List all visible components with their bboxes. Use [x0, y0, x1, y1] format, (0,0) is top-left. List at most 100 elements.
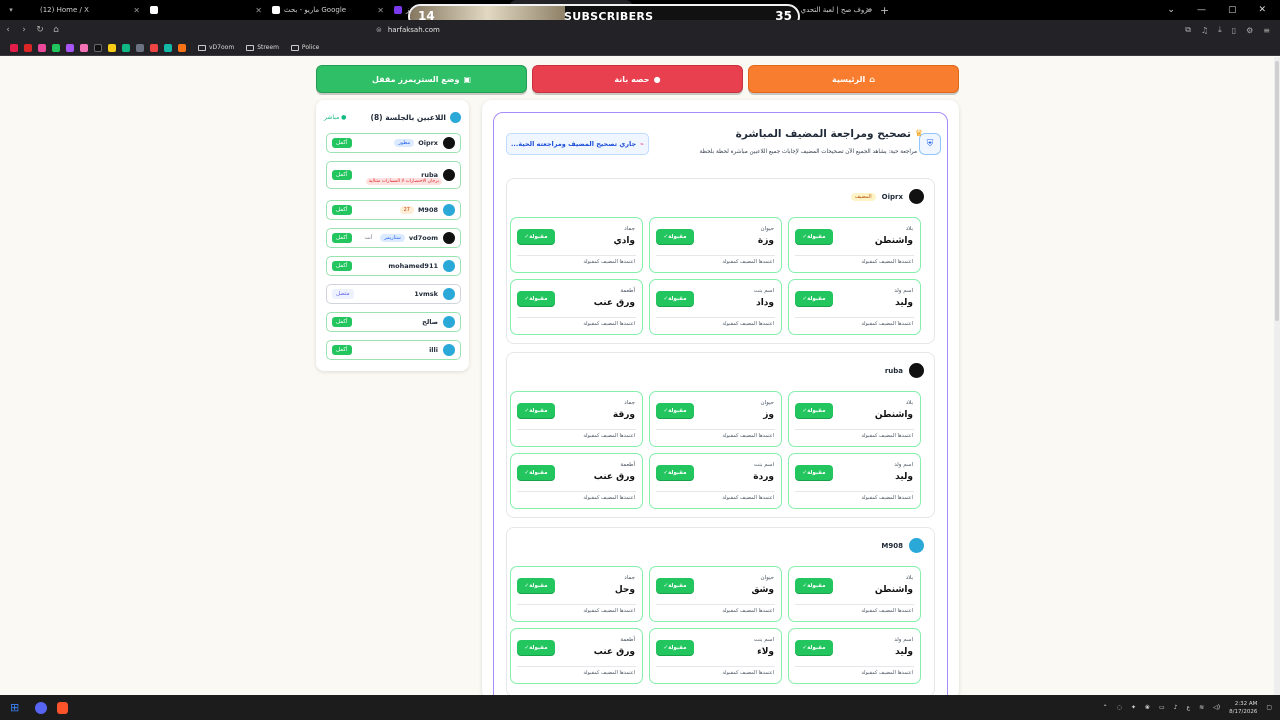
accepted-button[interactable]: مقبولة ✓	[656, 291, 694, 306]
download-icon[interactable]: ⤓	[1218, 25, 1222, 35]
browser-tab[interactable]: ✕	[144, 0, 266, 20]
accepted-button[interactable]: مقبولة ✓	[656, 578, 694, 593]
accepted-button[interactable]: مقبولة ✓	[656, 403, 694, 418]
bookmark-icon[interactable]	[94, 43, 102, 52]
page-title: ♛ تصحيح ومراجعة المضيف المباشرة	[736, 128, 923, 140]
discord-icon[interactable]	[35, 701, 48, 714]
accepted-button[interactable]: مقبولة ✓	[656, 640, 694, 655]
page-content: الرئيسية ⌂ حصه بانة ● وضع الستريمرز مقفل…	[0, 57, 1280, 695]
menu-icon[interactable]: ≡	[1263, 26, 1270, 35]
notification-icon[interactable]: ▢	[1266, 704, 1272, 711]
tray-icon[interactable]: ❀	[1145, 704, 1150, 711]
clock[interactable]: 2:32 AM 8/17/2026	[1229, 700, 1257, 716]
bookmark-icon[interactable]	[24, 43, 32, 52]
accepted-button[interactable]: مقبولة ✓	[795, 578, 833, 593]
bookmark-icon[interactable]	[178, 43, 186, 52]
bookmark-icon[interactable]	[164, 43, 172, 52]
tray-icon[interactable]: ◌	[1117, 704, 1122, 711]
player-status-badge: متصل	[332, 289, 354, 299]
address-bar[interactable]: ⊜ harfaksah.com	[376, 23, 876, 37]
bookmark-icon[interactable]	[38, 43, 46, 52]
bookmark-folder[interactable]: Streem	[246, 44, 279, 51]
settings-icon[interactable]: ⚙	[1246, 26, 1253, 35]
browser-tab[interactable]: (12) Home / X ✕	[22, 0, 144, 20]
wifi-icon[interactable]: ≋	[1199, 704, 1204, 711]
accepted-button[interactable]: مقبولة ✓	[795, 640, 833, 655]
sidebar-icon[interactable]: ▯	[1232, 26, 1236, 35]
accepted-button[interactable]: مقبولة ✓	[517, 578, 555, 593]
answer-divider	[656, 255, 775, 256]
player-row[interactable]: 1vmsk متصل	[326, 284, 461, 304]
tray-icon[interactable]: ▭	[1159, 704, 1165, 711]
new-tab-button[interactable]: +	[880, 4, 889, 17]
end-session-button[interactable]: حصه بانة ●	[532, 65, 743, 93]
windows-start-icon[interactable]: ⊞	[10, 701, 19, 714]
bookmark-icon[interactable]	[136, 43, 144, 52]
site-info-icon[interactable]: ⊜	[376, 26, 382, 34]
bookmark-icon[interactable]	[52, 43, 60, 52]
accepted-button[interactable]: مقبولة ✓	[795, 465, 833, 480]
bookmark-icon[interactable]	[10, 43, 18, 52]
accepted-button[interactable]: مقبولة ✓	[656, 229, 694, 244]
scrollbar-thumb[interactable]	[1275, 61, 1279, 321]
accepted-button[interactable]: مقبولة ✓	[517, 229, 555, 244]
bookmark-icon[interactable]	[66, 43, 74, 52]
page-scrollbar[interactable]	[1274, 57, 1280, 695]
player-answers-card: ruba بلاد واشنطن مقبولة ✓ اعتمدها المضيف كمق…	[506, 352, 935, 518]
accepted-label: مقبولة	[807, 407, 826, 414]
language-indicator[interactable]: ع	[1187, 704, 1191, 711]
forward-button[interactable]: ›	[16, 25, 32, 35]
streamer-lock-button[interactable]: وضع الستريمرز مقفل ▣	[316, 65, 527, 93]
accepted-button[interactable]: مقبولة ✓	[795, 291, 833, 306]
bookmark-icon[interactable]	[150, 43, 158, 52]
mic-icon[interactable]: ♪	[1174, 704, 1178, 711]
home-icon[interactable]: ⌂	[48, 25, 64, 35]
bookmark-icon[interactable]	[108, 43, 116, 52]
player-badge: 27	[399, 206, 414, 214]
accepted-button[interactable]: مقبولة ✓	[517, 403, 555, 418]
home-icon: ⌂	[869, 74, 875, 84]
volume-icon[interactable]: ◁)	[1213, 704, 1220, 711]
accepted-button[interactable]: مقبولة ✓	[517, 465, 555, 480]
tab-close-icon[interactable]: ✕	[865, 6, 872, 15]
player-row[interactable]: vd7oom ستاريمر أنت أكمل	[326, 228, 461, 248]
browser-tab[interactable]: ماريو - بحث Google ✕	[266, 0, 388, 20]
back-button[interactable]: ‹	[0, 25, 16, 35]
answer-text: ولاء	[757, 647, 774, 657]
player-you-label: أنت	[364, 235, 373, 241]
answer-card: اسم بنت وداد مقبولة ✓ اعتمدها المضيف كمقبول…	[649, 279, 782, 335]
tray-icon[interactable]: ✦	[1131, 704, 1136, 711]
accepted-button[interactable]: مقبولة ✓	[795, 229, 833, 244]
bookmark-icon[interactable]	[80, 43, 88, 52]
bookmark-icon[interactable]	[122, 43, 130, 52]
player-row[interactable]: mohamed911 أكمل	[326, 256, 461, 276]
check-icon: ✓	[524, 233, 530, 240]
player-warning: برجان الاختصارات لا المسارات متتالية	[365, 178, 442, 185]
brave-icon[interactable]	[57, 701, 69, 714]
close-window-button[interactable]: ✕	[1258, 5, 1266, 15]
tab-close-icon[interactable]: ✕	[377, 6, 384, 15]
player-row[interactable]: illi أكمل	[326, 340, 461, 360]
reload-button[interactable]: ↻	[32, 25, 48, 35]
music-icon[interactable]: ♫	[1201, 26, 1208, 35]
maximize-button[interactable]: ▢	[1228, 5, 1237, 15]
bookmark-folder[interactable]: vD7oom	[198, 44, 234, 51]
player-row[interactable]: Oiprx مطور أكمل	[326, 133, 461, 153]
tab-list-icon[interactable]: ▾	[0, 6, 22, 14]
accepted-button[interactable]: مقبولة ✓	[656, 465, 694, 480]
chevron-down-icon[interactable]: ⌄	[1167, 5, 1175, 15]
home-button[interactable]: الرئيسية ⌂	[748, 65, 959, 93]
tab-close-icon[interactable]: ✕	[133, 6, 140, 15]
tray-icon[interactable]: ⌃	[1103, 704, 1108, 711]
live-review-button[interactable]: ⌁ جاري تصحيح المضيف ومراجعته الحية...	[506, 133, 649, 155]
player-row[interactable]: صالح أكمل	[326, 312, 461, 332]
minimize-button[interactable]: —	[1197, 5, 1206, 15]
player-row[interactable]: M908 27 أكمل	[326, 200, 461, 220]
extensions-icon[interactable]: ⧉	[1185, 25, 1191, 35]
tab-close-icon[interactable]: ✕	[255, 6, 262, 15]
bookmark-folder[interactable]: Police	[290, 44, 319, 51]
accepted-button[interactable]: مقبولة ✓	[795, 403, 833, 418]
player-row[interactable]: ruba أكمل برجان الاختصارات لا المسارات متت…	[326, 161, 461, 189]
accepted-button[interactable]: مقبولة ✓	[517, 291, 555, 306]
accepted-button[interactable]: مقبولة ✓	[517, 640, 555, 655]
